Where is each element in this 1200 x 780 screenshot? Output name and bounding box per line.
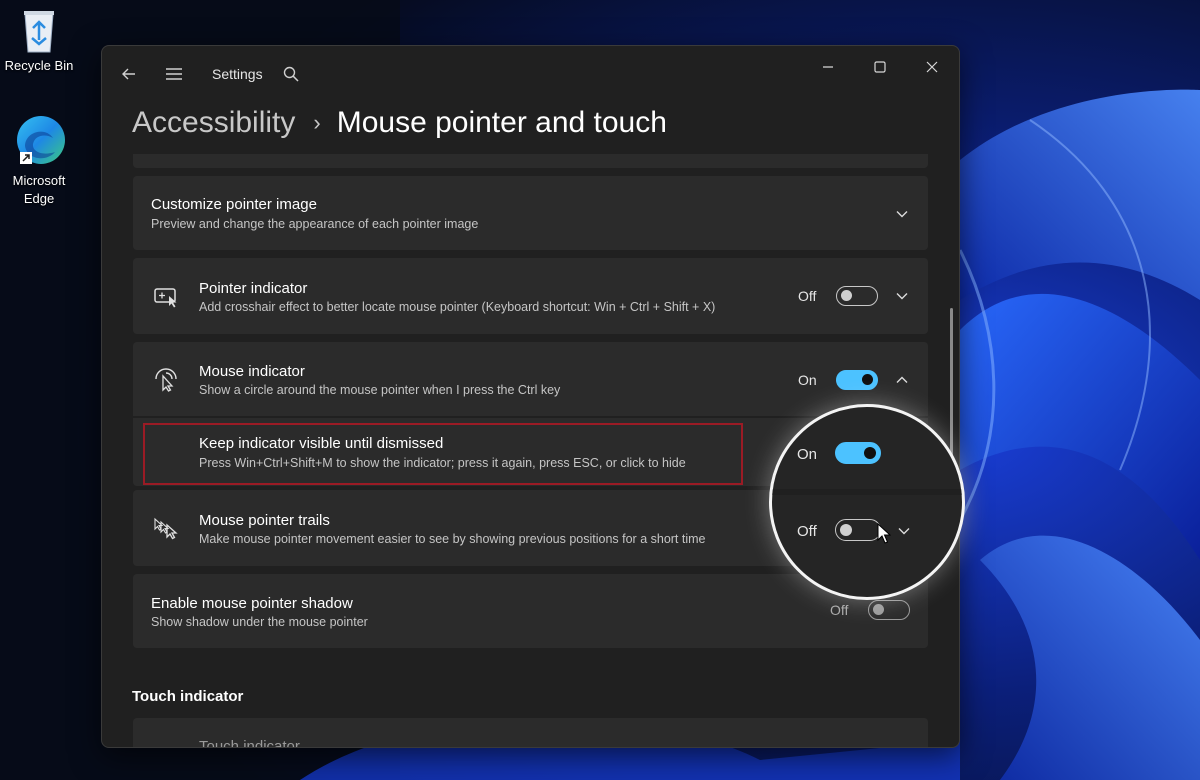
pointer-indicator-toggle[interactable] [836, 286, 878, 306]
minimize-icon [823, 66, 833, 68]
previous-setting-card [133, 154, 928, 168]
edge-icon [11, 112, 67, 168]
back-button[interactable] [115, 62, 143, 86]
back-arrow-icon [122, 68, 135, 80]
setting-description: Show shadow under the mouse pointer [151, 615, 368, 629]
mouse-pointer-shadow-card[interactable]: Enable mouse pointer shadow Show shadow … [133, 574, 928, 648]
breadcrumb-separator: › [313, 110, 321, 135]
chevron-down-icon[interactable] [894, 206, 910, 222]
setting-description: Show a circle around the mouse pointer w… [199, 383, 561, 397]
search-icon [283, 66, 299, 82]
toggle-state-label: Off [798, 288, 817, 304]
minimize-button[interactable] [808, 52, 848, 82]
toggle-state-label: On [798, 372, 817, 388]
setting-description: Preview and change the appearance of eac… [151, 217, 479, 231]
maximize-button[interactable] [860, 52, 900, 82]
breadcrumb: Accessibility › Mouse pointer and touch [132, 101, 667, 145]
setting-title: Touch indicator [199, 738, 300, 748]
microsoft-edge-shortcut[interactable]: Microsoft Edge [0, 112, 78, 208]
setting-title: Mouse indicator [199, 363, 305, 380]
navigation-menu-button[interactable] [160, 62, 188, 86]
mouse-pointer-trails-toggle[interactable] [835, 519, 881, 541]
touch-indicator-section-heading: Touch indicator [132, 688, 244, 705]
title-bar: Settings [102, 46, 959, 102]
maximize-icon [874, 61, 886, 73]
page-title: Mouse pointer and touch [336, 106, 667, 139]
magnified-on-toggle [835, 442, 881, 464]
setting-title: Pointer indicator [199, 280, 308, 297]
magnified-on-label: On [797, 446, 818, 463]
pointer-indicator-card[interactable]: Pointer indicator Add crosshair effect t… [133, 258, 928, 334]
recycle-bin-label: Recycle Bin [4, 58, 74, 73]
search-button[interactable] [277, 62, 305, 86]
magnified-divider [772, 489, 962, 495]
setting-description: Make mouse pointer movement easier to se… [199, 532, 706, 546]
setting-title: Customize pointer image [151, 196, 317, 213]
touch-indicator-card[interactable]: Touch indicator [133, 718, 928, 748]
mouse-pointer-shadow-toggle[interactable] [868, 600, 910, 620]
settings-window: Settings Accessibility › Mouse pointer a… [101, 45, 960, 748]
chevron-up-icon[interactable] [894, 372, 910, 388]
recycle-bin-icon [21, 6, 57, 54]
close-icon [926, 61, 938, 73]
pointer-trails-icon [154, 517, 178, 540]
customize-pointer-image-card[interactable]: Customize pointer image Preview and chan… [133, 176, 928, 250]
mouse-indicator-toggle[interactable] [836, 370, 878, 390]
toggle-state-label: Off [830, 602, 849, 618]
setting-title: Enable mouse pointer shadow [151, 595, 353, 612]
edge-label-line-1: Microsoft [12, 173, 66, 188]
setting-description: Add crosshair effect to better locate mo… [199, 300, 716, 314]
breadcrumb-parent-link[interactable]: Accessibility [132, 106, 295, 140]
edge-label-line-2: Edge [23, 191, 55, 206]
chevron-down-icon[interactable] [894, 288, 910, 304]
mouse-indicator-card[interactable]: Mouse indicator Show a circle around the… [133, 342, 928, 416]
magnified-off-label: Off [797, 523, 817, 540]
hamburger-menu-icon [166, 68, 182, 80]
mouse-cursor-icon [877, 523, 891, 544]
pointer-ripple-icon [155, 368, 177, 392]
chevron-down-icon[interactable] [896, 523, 912, 539]
crosshair-pointer-icon [154, 288, 177, 308]
setting-title: Mouse pointer trails [199, 512, 330, 529]
magnifier-lens: On Off [769, 404, 965, 600]
highlight-box [143, 423, 743, 485]
edge-label: Microsoft Edge [0, 172, 78, 208]
recycle-bin-shortcut[interactable]: Recycle Bin [0, 6, 78, 73]
app-title: Settings [212, 66, 263, 82]
close-button[interactable] [912, 52, 952, 82]
